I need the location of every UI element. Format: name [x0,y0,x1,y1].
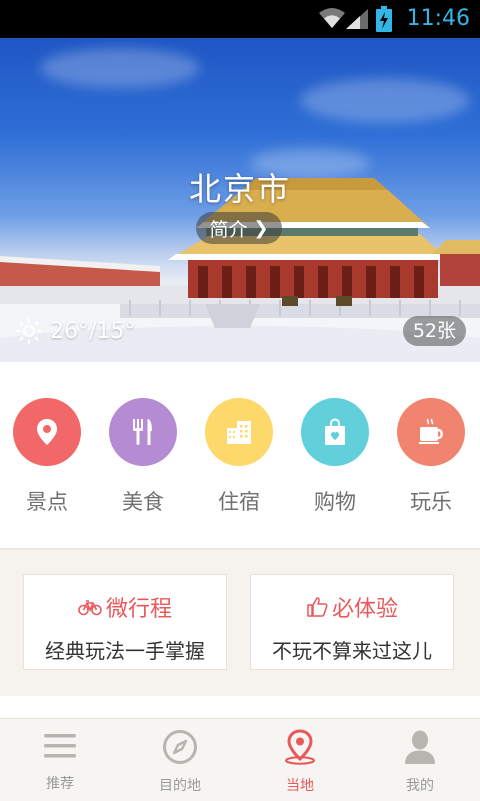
card-subtitle: 不玩不算来过这儿 [272,639,432,663]
nav-tab-recommend[interactable]: 推荐 [20,729,100,793]
intro-label: 简介 [209,218,248,241]
user-icon [405,730,435,764]
category-shopping[interactable]: 购物 [297,398,373,516]
nav-tab-destinations[interactable]: 目的地 [140,729,220,795]
battery-charging-icon [376,6,392,32]
must-experience-card[interactable]: 必体验 不玩不算来过这儿 [250,574,454,670]
sun-icon [16,318,42,344]
bicycle-icon [78,600,102,616]
weather-info: 26°/15° [16,318,135,344]
category-hotels[interactable]: 住宿 [201,398,277,516]
category-label: 玩乐 [410,490,452,514]
chevron-right-icon: ❯ [253,217,269,239]
category-label: 住宿 [218,490,260,514]
category-label: 购物 [314,490,356,514]
compass-icon [163,730,197,764]
location-pin-icon [37,419,57,445]
wifi-icon [319,8,345,28]
coffee-cup-icon [419,418,443,444]
city-intro-button[interactable]: 简介 ❯ [196,212,282,244]
category-entertainment[interactable]: 玩乐 [393,398,469,516]
nav-label: 当地 [286,778,314,794]
city-name: 北京市 [188,170,291,208]
category-attractions[interactable]: 景点 [9,398,85,516]
nav-label: 我的 [406,778,434,794]
nav-tab-mine[interactable]: 我的 [380,729,460,795]
clock: 11:46 [406,6,470,31]
card-subtitle: 经典玩法一手掌握 [45,639,205,663]
map-pin-icon [285,729,315,765]
nav-label: 推荐 [46,776,74,792]
card-title: 必体验 [331,597,398,622]
content-spacer [0,696,480,718]
card-title: 微行程 [105,597,172,622]
temperature: 26°/15° [50,318,136,344]
signal-icon [346,9,368,29]
bottom-navigation: 推荐 目的地 当地 我的 [0,718,480,801]
micro-itinerary-card[interactable]: 微行程 经典玩法一手掌握 [23,574,227,670]
status-bar: 11:46 [0,0,480,38]
thumbs-up-icon [307,597,328,617]
photo-count-badge[interactable]: 52张 [402,316,466,346]
nav-label: 目的地 [159,778,201,794]
category-label: 景点 [26,490,68,514]
features-section: 微行程 经典玩法一手掌握 必体验 不玩不算来过这儿 [0,550,480,696]
category-food[interactable]: 美食 [105,398,181,516]
category-label: 美食 [122,490,164,514]
fork-knife-icon [133,419,152,445]
building-icon [227,421,251,444]
nav-tab-local[interactable]: 当地 [260,729,340,795]
city-hero-banner[interactable]: 北京市 简介 ❯ 26°/15° 52张 [0,38,480,362]
shopping-bag-icon [325,418,345,445]
category-row: 景点 美食 住宿 购物 玩乐 [0,362,480,548]
menu-lines-icon [44,734,76,758]
